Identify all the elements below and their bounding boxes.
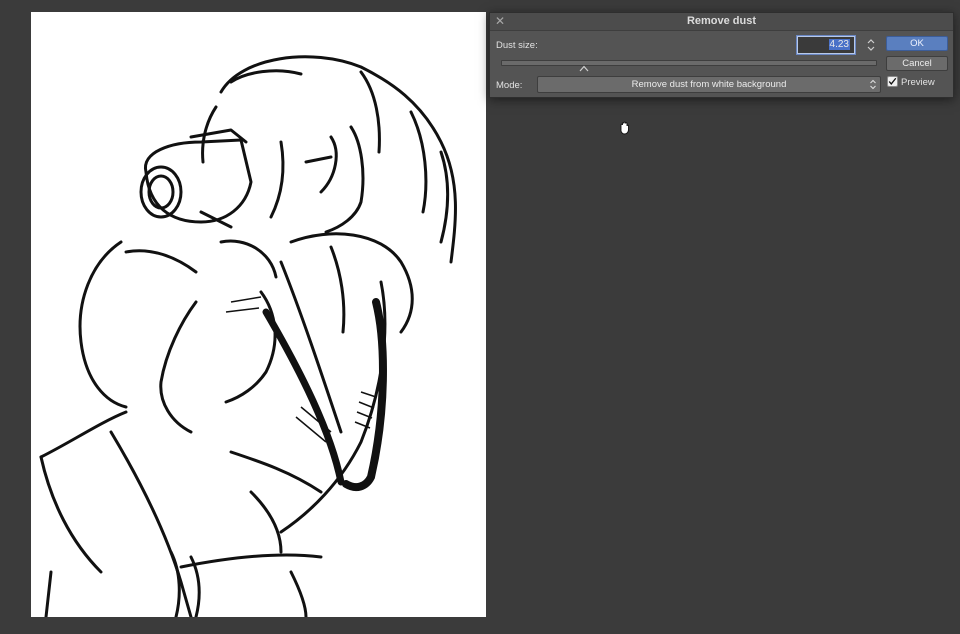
dialog-title: Remove dust bbox=[686, 15, 757, 27]
preview-checkbox[interactable] bbox=[887, 76, 898, 87]
image-canvas[interactable] bbox=[31, 12, 486, 617]
slider-thumb-icon[interactable] bbox=[579, 65, 589, 72]
ok-button[interactable]: OK bbox=[886, 36, 948, 51]
grab-hand-icon bbox=[620, 121, 629, 135]
dialog-titlebar[interactable]: ✕ Remove dust bbox=[490, 13, 953, 31]
mode-label: Mode: bbox=[496, 80, 523, 91]
checkmark-icon bbox=[888, 77, 897, 85]
remove-dust-dialog: ✕ Remove dust Dust size: 4.23 Mode: Remo… bbox=[489, 12, 954, 98]
sketch-artwork bbox=[39, 55, 457, 617]
dust-size-input[interactable]: 4.23 bbox=[797, 36, 855, 54]
dust-size-value: 4.23 bbox=[828, 39, 850, 50]
stepper-arrows-icon[interactable] bbox=[866, 37, 876, 53]
dust-size-slider[interactable] bbox=[501, 60, 877, 66]
preview-label: Preview bbox=[901, 77, 935, 88]
select-arrows-icon bbox=[870, 79, 876, 90]
mode-select[interactable]: Remove dust from white background bbox=[537, 76, 881, 93]
cancel-button[interactable]: Cancel bbox=[886, 56, 948, 71]
mode-select-value: Remove dust from white background bbox=[631, 79, 787, 90]
dust-size-label: Dust size: bbox=[496, 40, 538, 51]
